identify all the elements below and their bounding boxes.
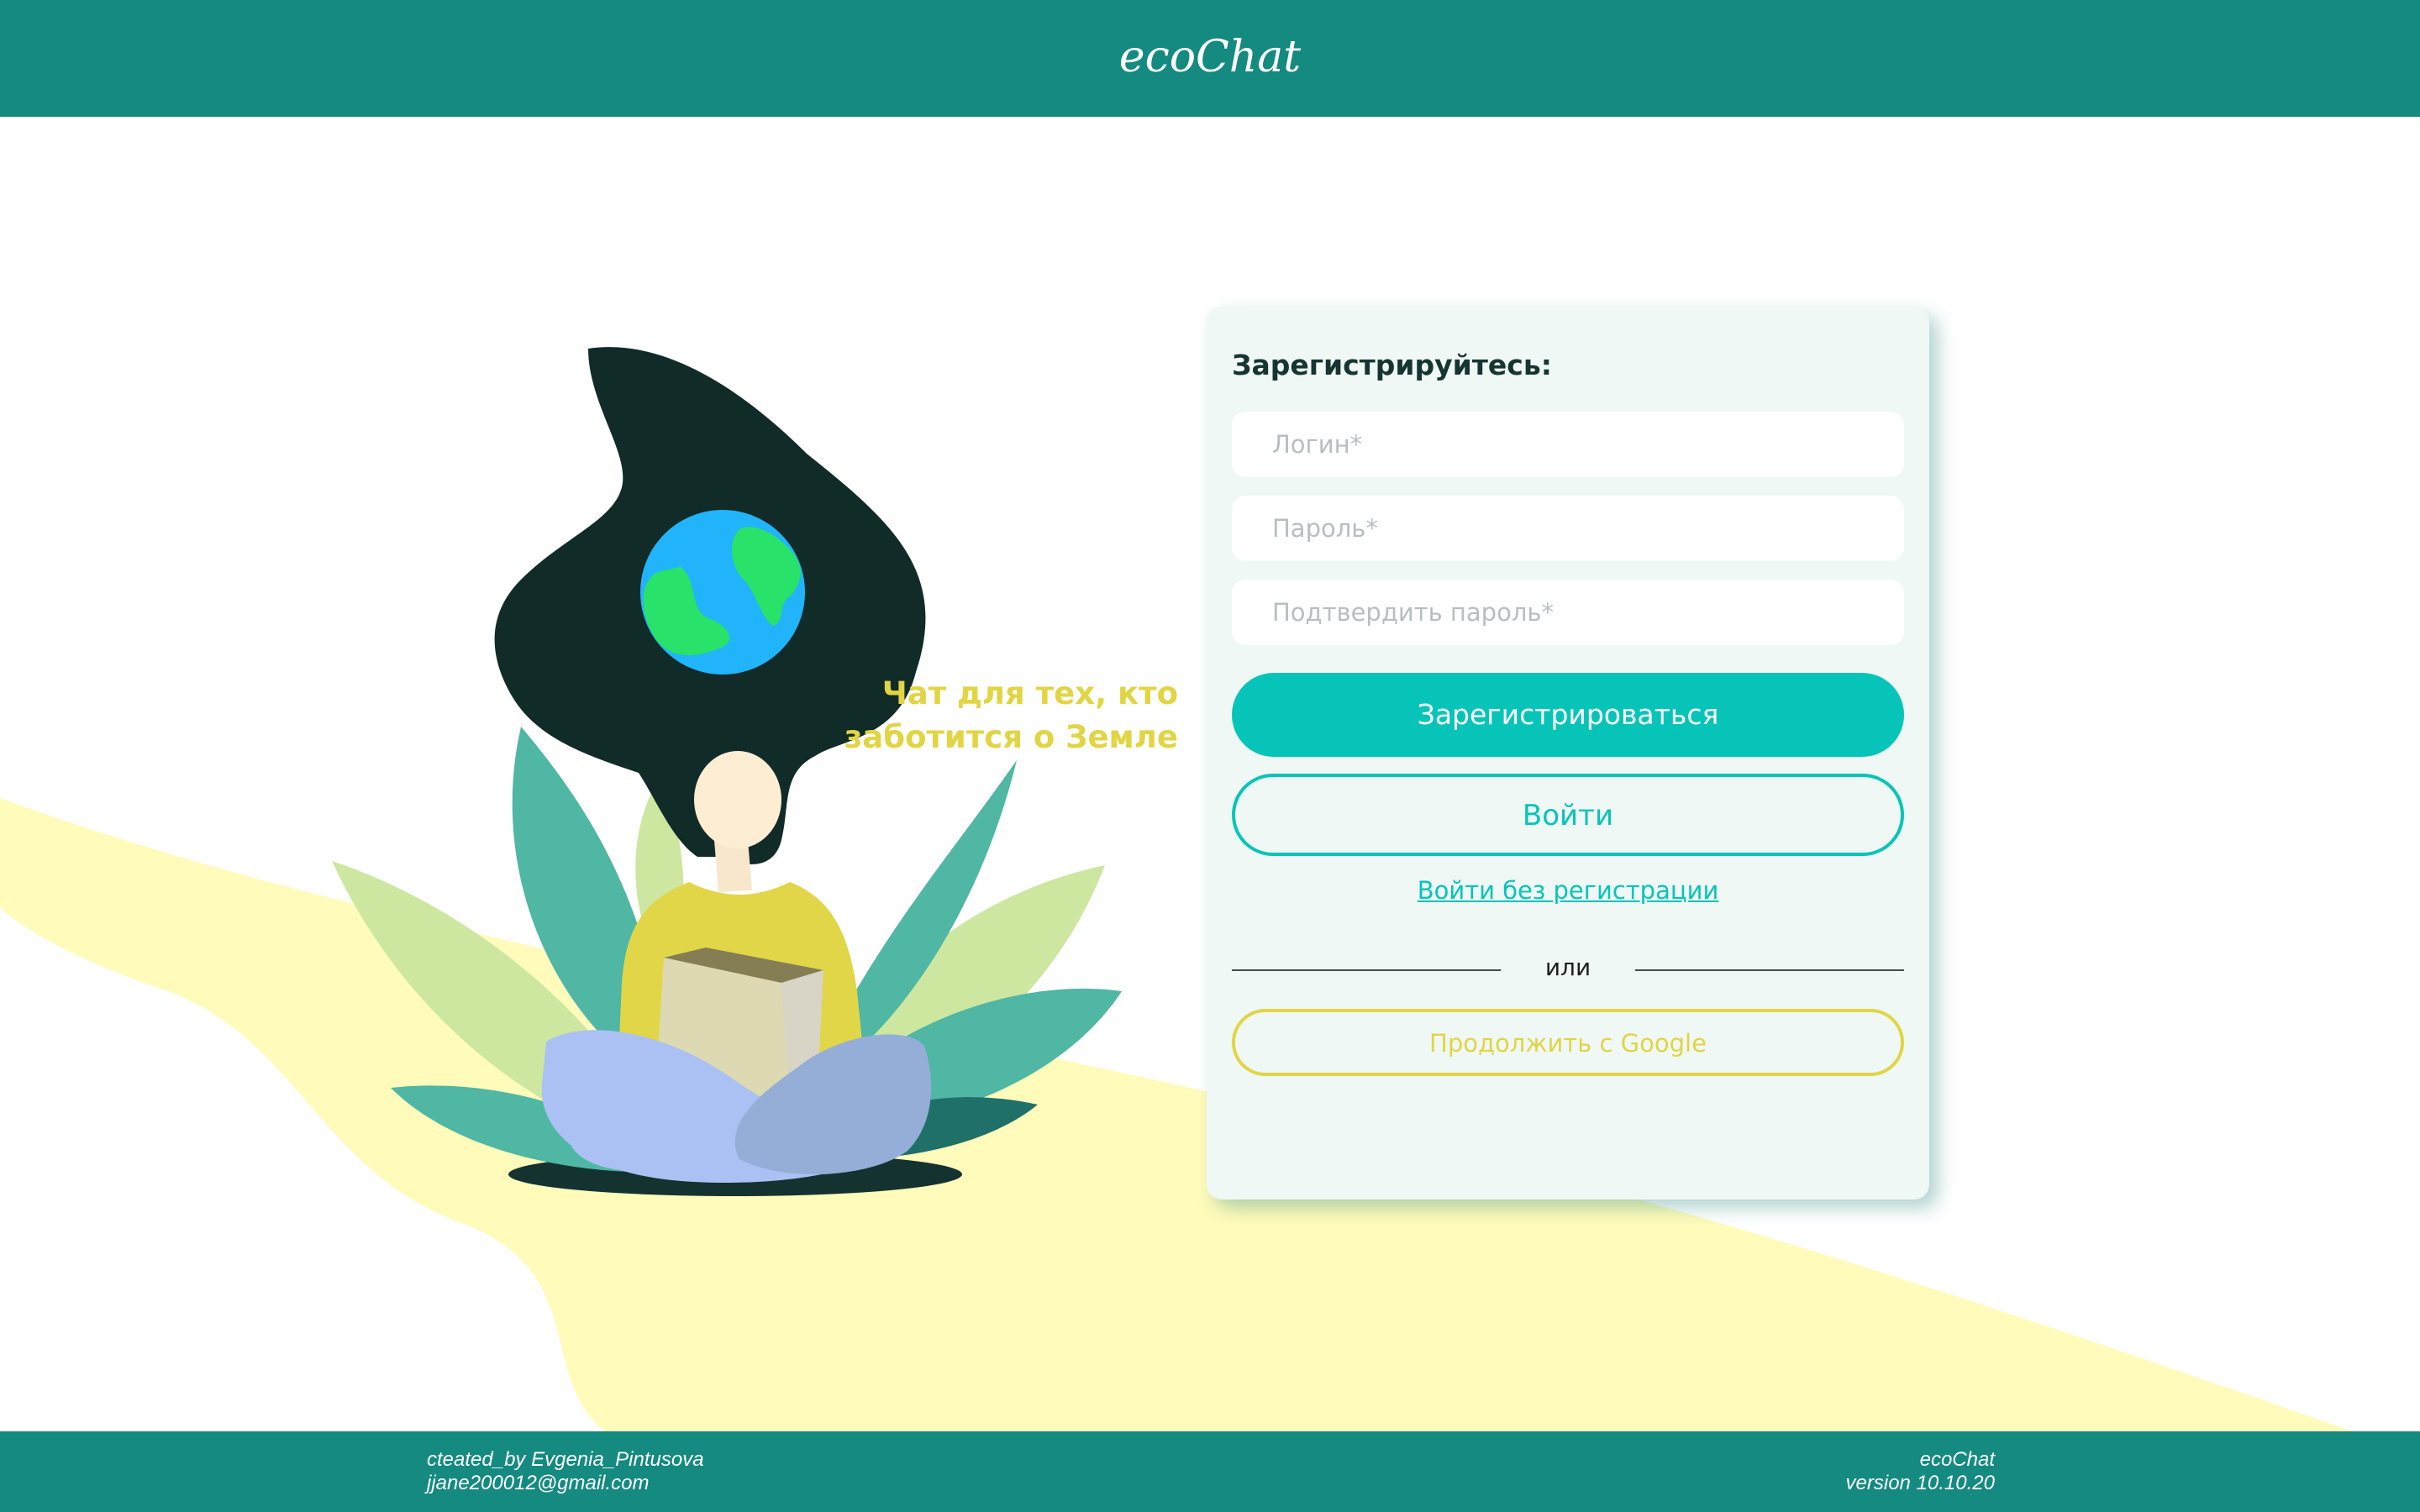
footer-email: jjane200012@gmail.com	[427, 1472, 650, 1494]
footer-credits: cteated_by Evgenia_Pintusova jjane200012…	[427, 1448, 704, 1495]
woman-with-earth-illustration	[332, 347, 1122, 1196]
login-button[interactable]: Войти	[1232, 774, 1904, 856]
footer: cteated_by Evgenia_Pintusova jjane200012…	[0, 1431, 2420, 1512]
tagline-line-2: заботится о Земле	[844, 719, 1178, 755]
footer-app-info: ecoChat version 10.10.20	[1846, 1448, 1995, 1495]
divider-label: или	[1544, 953, 1591, 981]
register-button[interactable]: Зарегистрироваться	[1232, 673, 1904, 757]
password-input[interactable]	[1232, 496, 1904, 561]
confirm-password-input[interactable]	[1232, 580, 1904, 645]
guest-login-link[interactable]: Войти без регистрации	[1232, 876, 1904, 905]
registration-card: Зарегистрируйтесь: Зарегистрироваться Во…	[1207, 307, 1929, 1200]
form-title: Зарегистрируйтесь:	[1232, 349, 1552, 381]
top-bar: ecoChat	[0, 0, 2420, 117]
footer-version: version 10.10.20	[1845, 1472, 1995, 1494]
divider-line-left	[1232, 969, 1501, 971]
tagline-line-1: Чат для тех, кто	[881, 675, 1178, 711]
tagline: Чат для тех, кто заботится о Земле	[844, 672, 1178, 759]
footer-author: cteated_by Evgenia_Pintusova	[427, 1448, 704, 1471]
app-logo: ecoChat	[1118, 32, 1302, 82]
divider-line-right	[1635, 969, 1904, 971]
login-input[interactable]	[1232, 412, 1904, 477]
google-signin-button[interactable]: Продолжить с Google	[1232, 1009, 1904, 1076]
footer-app-name: ecoChat	[1919, 1448, 1995, 1471]
